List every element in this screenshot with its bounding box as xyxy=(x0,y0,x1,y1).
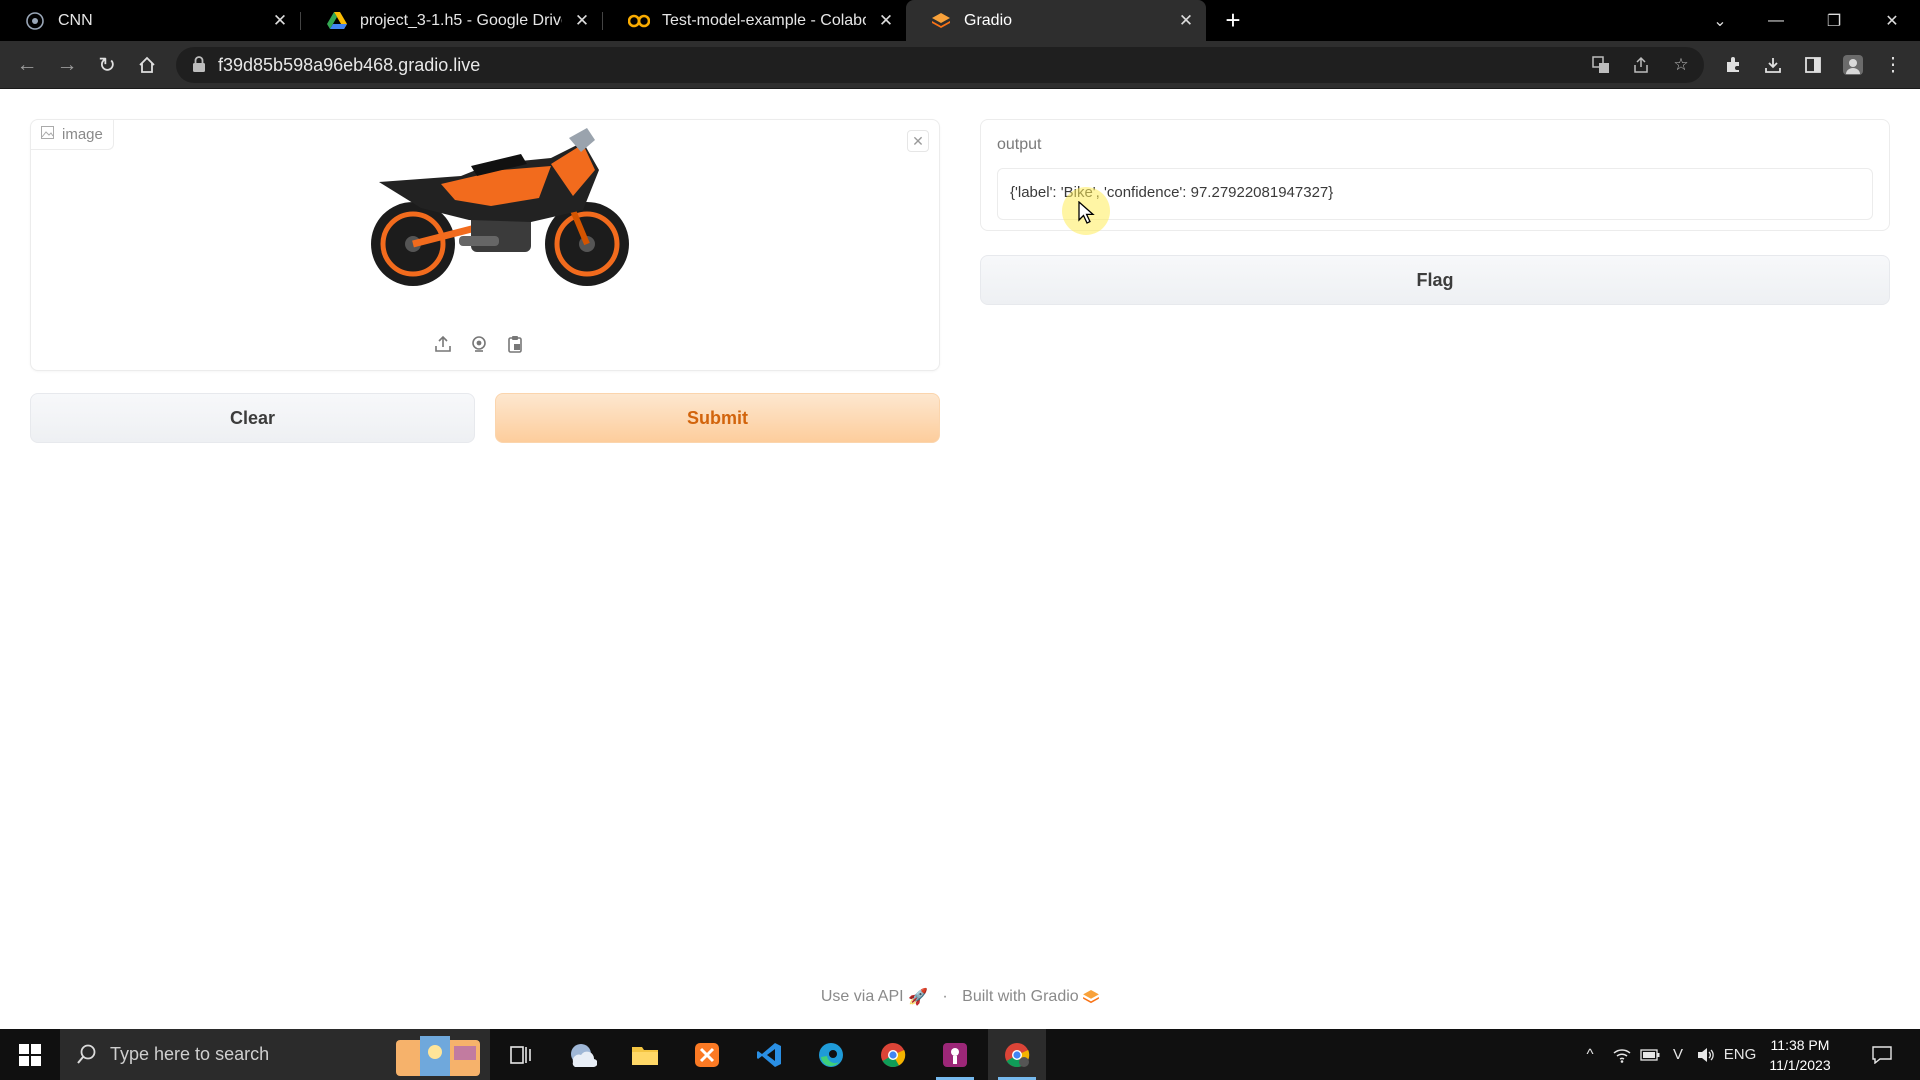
xampp-icon[interactable] xyxy=(678,1029,736,1080)
address-toolbar: ← → ↻ f39d85b598a96eb468.gradio.live ☆ ⋮ xyxy=(0,41,1920,89)
close-tab-icon[interactable]: ✕ xyxy=(562,11,602,31)
bookmark-star-icon[interactable]: ☆ xyxy=(1670,54,1692,76)
output-textbox[interactable]: {'label': 'Bike', 'confidence': 97.27922… xyxy=(997,168,1873,220)
remove-image-close-icon[interactable]: ✕ xyxy=(907,130,929,152)
weather-app-icon[interactable] xyxy=(554,1029,612,1080)
upload-icon[interactable] xyxy=(431,332,455,356)
taskbar-search-box[interactable]: Type here to search xyxy=(60,1029,490,1080)
tab-search-chevron-icon[interactable]: ⌄ xyxy=(1700,0,1740,41)
windows-start-icon[interactable] xyxy=(0,1029,60,1080)
clear-button[interactable]: Clear xyxy=(30,393,475,443)
google-drive-icon xyxy=(326,10,348,32)
clock-date: 11/1/2023 xyxy=(1769,1057,1831,1073)
tab-gradio[interactable]: Gradio ✕ xyxy=(906,0,1206,41)
mouse-cursor-icon xyxy=(1078,201,1095,224)
new-tab-button[interactable]: + xyxy=(1218,6,1248,36)
image-block-label: image xyxy=(31,120,114,150)
image-icon xyxy=(41,126,54,143)
tab-cnn[interactable]: CNN ✕ xyxy=(0,0,300,41)
clock-time: 11:38 PM xyxy=(1770,1037,1830,1053)
built-with-gradio-link[interactable]: Built with Gradio xyxy=(962,988,1079,1005)
tab-title: project_3-1.h5 - Google Drive xyxy=(360,11,562,29)
tab-colab[interactable]: Test-model-example - Colaborat ✕ xyxy=(604,0,906,41)
notifications-icon[interactable] xyxy=(1864,1029,1900,1080)
show-hidden-icons-chevron-icon[interactable]: ^ xyxy=(1578,1029,1602,1080)
close-tab-icon[interactable]: ✕ xyxy=(866,11,906,31)
download-icon[interactable] xyxy=(1760,52,1786,78)
home-icon[interactable] xyxy=(130,48,164,82)
uploaded-motorcycle-image xyxy=(371,128,629,286)
windows-taskbar: Type here to search ^ V ENG 11:38 PM 11/… xyxy=(0,1029,1920,1080)
forward-arrow-icon[interactable]: → xyxy=(50,48,84,82)
vpn-icon[interactable]: V xyxy=(1666,1029,1690,1080)
reload-icon[interactable]: ↻ xyxy=(90,48,124,82)
clipboard-paste-icon[interactable] xyxy=(503,332,527,356)
restore-icon[interactable]: ❐ xyxy=(1814,0,1854,41)
close-tab-icon[interactable]: ✕ xyxy=(1166,11,1206,31)
side-panel-icon[interactable] xyxy=(1800,52,1826,78)
search-placeholder[interactable]: Type here to search xyxy=(110,1044,269,1065)
battery-icon[interactable] xyxy=(1638,1029,1662,1080)
chrome-active-window-icon[interactable] xyxy=(988,1029,1046,1080)
search-icon xyxy=(76,1043,98,1065)
webcam-icon[interactable] xyxy=(467,332,491,356)
close-tab-icon[interactable]: ✕ xyxy=(260,11,300,31)
gradio-app: image ✕ Clear Submit output {'label': 'B… xyxy=(0,89,1920,1029)
image-source-toolbar xyxy=(431,332,527,356)
close-window-icon[interactable]: ✕ xyxy=(1872,0,1912,41)
language-indicator[interactable]: ENG xyxy=(1722,1029,1758,1080)
use-via-api-link[interactable]: Use via API xyxy=(821,988,904,1005)
file-explorer-icon[interactable] xyxy=(616,1029,674,1080)
tab-title: Gradio xyxy=(964,11,1013,29)
chrome-icon[interactable] xyxy=(864,1029,922,1080)
colab-icon xyxy=(628,10,650,32)
wifi-icon[interactable] xyxy=(1610,1029,1634,1080)
output-panel: output {'label': 'Bike', 'confidence': 9… xyxy=(980,119,1890,231)
submit-button[interactable]: Submit xyxy=(495,393,940,443)
taskbar-clock[interactable]: 11:38 PM 11/1/2023 xyxy=(1758,1035,1842,1075)
rocket-icon: 🚀 xyxy=(908,989,928,1006)
gradio-footer: Use via API 🚀 · Built with Gradio xyxy=(0,987,1920,1007)
tab-google-drive[interactable]: project_3-1.h5 - Google Drive ✕ xyxy=(302,0,602,41)
minimize-icon[interactable]: — xyxy=(1756,0,1796,41)
tab-title: CNN xyxy=(58,11,93,29)
gradio-icon xyxy=(930,10,952,32)
output-label: output xyxy=(997,136,1042,153)
back-arrow-icon[interactable]: ← xyxy=(10,48,44,82)
footer-separator: · xyxy=(942,988,948,1005)
omnibox[interactable]: f39d85b598a96eb468.gradio.live ☆ xyxy=(176,47,1704,83)
image-input-panel[interactable]: image ✕ xyxy=(30,119,940,371)
tab-title: Test-model-example - Colaborat xyxy=(662,11,866,29)
extensions-icon[interactable] xyxy=(1720,52,1746,78)
edge-icon[interactable] xyxy=(802,1029,860,1080)
task-view-icon[interactable] xyxy=(492,1029,550,1080)
image-label-text: image xyxy=(62,126,103,143)
search-highlight-art-icon xyxy=(396,1036,480,1076)
translate-icon[interactable] xyxy=(1590,54,1612,76)
podcast-app-icon[interactable] xyxy=(926,1029,984,1080)
volume-icon[interactable] xyxy=(1694,1029,1718,1080)
gradio-logo-icon xyxy=(1083,988,1099,1005)
cnn-icon xyxy=(24,10,46,32)
flag-button[interactable]: Flag xyxy=(980,255,1890,305)
browser-menu-icon[interactable]: ⋮ xyxy=(1880,52,1906,78)
browser-tab-bar: CNN ✕ project_3-1.h5 - Google Drive ✕ Te… xyxy=(0,0,1920,41)
vscode-icon[interactable] xyxy=(740,1029,798,1080)
share-icon[interactable] xyxy=(1630,54,1652,76)
lock-icon[interactable] xyxy=(192,56,210,74)
output-value-text[interactable]: {'label': 'Bike', 'confidence': 97.27922… xyxy=(1010,184,1333,201)
profile-avatar-icon[interactable] xyxy=(1840,52,1866,78)
url-text[interactable]: f39d85b598a96eb468.gradio.live xyxy=(218,55,480,76)
